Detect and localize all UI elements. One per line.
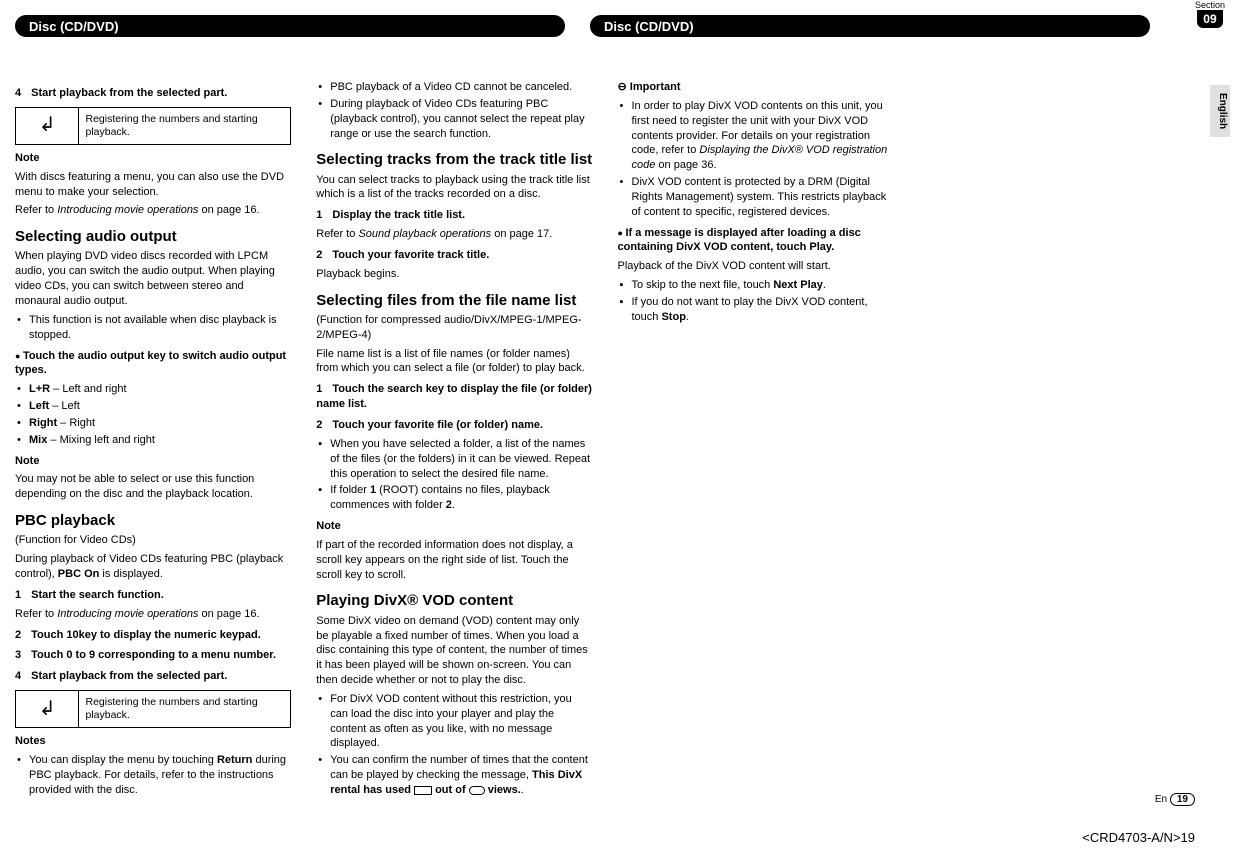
header-right: Disc (CD/DVD) xyxy=(590,15,1150,37)
imp1: In order to play DivX VOD contents on th… xyxy=(618,99,894,173)
h2-file-list: Selecting files from the file name list xyxy=(316,292,592,309)
c1-note-hd2: Note xyxy=(15,454,291,469)
header-left: Disc (CD/DVD) xyxy=(15,15,565,37)
c1-lead: Touch the audio output key to switch aud… xyxy=(15,349,291,379)
c3-sq1: When you have selected a folder, a list … xyxy=(316,437,592,482)
c1-bullets1: This function is not available when disc… xyxy=(15,313,291,343)
c4-sq2: If you do not want to play the DivX VOD … xyxy=(618,295,894,325)
header-left-text: Disc (CD/DVD) xyxy=(29,19,119,34)
enter-icon-2: ↲ xyxy=(16,691,79,727)
c1-note-body2: Refer to Introducing movie operations on… xyxy=(15,203,291,218)
opt-lr: L+R – Left and right xyxy=(15,382,291,397)
c3-p0: File name list is a list of file names (… xyxy=(316,347,592,377)
footer-lang: En xyxy=(1155,794,1167,805)
important-list: In order to play DivX VOD contents on th… xyxy=(618,99,894,173)
c1-sub1: Refer to Introducing movie operations on… xyxy=(15,607,291,622)
h2-divx: Playing DivX® VOD content xyxy=(316,592,592,609)
section-label: Section xyxy=(1195,0,1225,10)
c4-b1: DivX VOD content is protected by a DRM (… xyxy=(618,175,894,220)
c2-n1: You can display the menu by touching Ret… xyxy=(15,753,291,798)
c4-lead: If a message is displayed after loading … xyxy=(618,226,894,256)
c3-b1: For DivX VOD content without this restri… xyxy=(316,692,592,751)
c1-note-body3: You may not be able to select or use thi… xyxy=(15,472,291,502)
c2-step4: 4Start playback from the selected part. xyxy=(15,669,291,684)
c4-sq-list: To skip to the next file, touch Next Pla… xyxy=(618,278,894,325)
opt-r: Right – Right xyxy=(15,416,291,431)
c3-b2: You can confirm the number of times that… xyxy=(316,753,592,798)
c2-step2b: 2Touch your favorite track title. xyxy=(316,248,592,263)
h2-audio-output: Selecting audio output xyxy=(15,228,291,245)
c1-note-hd: Note xyxy=(15,151,291,166)
c1-step1b: 1Start the search function. xyxy=(15,588,291,603)
c3-p1: Some DivX video on demand (VOD) content … xyxy=(316,614,592,688)
c2-p1: You can select tracks to playback using … xyxy=(316,173,592,203)
c4-bullets: DivX VOD content is protected by a DRM (… xyxy=(618,175,894,220)
c3-step1: 1Touch the search key to display the fil… xyxy=(316,382,592,412)
c3-bullets: For DivX VOD content without this restri… xyxy=(316,692,592,798)
important-hd: Important xyxy=(618,80,894,95)
c3-note-body: If part of the recorded information does… xyxy=(316,538,592,583)
enter-icon: ↲ xyxy=(16,108,79,144)
c2-step3: 3Touch 0 to 9 corresponding to a menu nu… xyxy=(15,648,291,663)
c2-sub2: Playback begins. xyxy=(316,267,592,282)
c3-note-hd: Note xyxy=(316,519,592,534)
blank-oval-icon xyxy=(469,786,485,795)
c4-p1: Playback of the DivX VOD content will st… xyxy=(618,259,894,274)
header-right-text: Disc (CD/DVD) xyxy=(604,19,694,34)
c2-step2: 2Touch 10key to display the numeric keyp… xyxy=(15,628,291,643)
audio-options: L+R – Left and right Left – Left Right –… xyxy=(15,382,291,447)
enter-icon-box-1: ↲ Registering the numbers and starting p… xyxy=(15,107,291,145)
footer-page-num: 19 xyxy=(1170,793,1195,806)
main-content: 4Start playback from the selected part. … xyxy=(15,80,1195,810)
enter-icon-desc-2: Registering the numbers and starting pla… xyxy=(79,694,290,724)
c3-sq-list: When you have selected a folder, a list … xyxy=(316,437,592,513)
language-tab: English xyxy=(1210,85,1230,137)
section-number: 09 xyxy=(1197,10,1222,28)
c1-note-body1: With discs featuring a menu, you can als… xyxy=(15,170,291,200)
enter-icon-desc: Registering the numbers and starting pla… xyxy=(79,111,290,141)
c2-n2: PBC playback of a Video CD cannot be can… xyxy=(316,80,592,95)
enter-icon-box-2: ↲ Registering the numbers and starting p… xyxy=(15,690,291,728)
c1-p2b: During playback of Video CDs featuring P… xyxy=(15,552,291,582)
c1-step4: 4Start playback from the selected part. xyxy=(15,86,291,101)
c1-p2a: (Function for Video CDs) xyxy=(15,533,291,548)
c1-p1: When playing DVD video discs recorded wi… xyxy=(15,249,291,308)
footer-code: <CRD4703-A/N>19 xyxy=(1082,830,1195,845)
opt-mix: Mix – Mixing left and right xyxy=(15,433,291,448)
c1-b1: This function is not available when disc… xyxy=(15,313,291,343)
c3-sq2: If folder 1 (ROOT) contains no files, pl… xyxy=(316,483,592,513)
blank-box-icon xyxy=(414,786,432,795)
opt-l: Left – Left xyxy=(15,399,291,414)
h2-track-list: Selecting tracks from the track title li… xyxy=(316,151,592,168)
c2-p2: (Function for compressed audio/DivX/MPEG… xyxy=(316,313,592,343)
c2-n3: During playback of Video CDs featuring P… xyxy=(316,97,592,142)
h2-pbc: PBC playback xyxy=(15,512,291,529)
c2-notes-hd: Notes xyxy=(15,734,291,749)
c2-step1b: 1Display the track title list. xyxy=(316,208,592,223)
c4-sq1: To skip to the next file, touch Next Pla… xyxy=(618,278,894,293)
c3-step2: 2Touch your favorite file (or folder) na… xyxy=(316,418,592,433)
c2-sub1: Refer to Sound playback operations on pa… xyxy=(316,227,592,242)
footer-page: En 19 xyxy=(1155,794,1195,805)
section-tab: Section 09 xyxy=(1195,0,1225,28)
